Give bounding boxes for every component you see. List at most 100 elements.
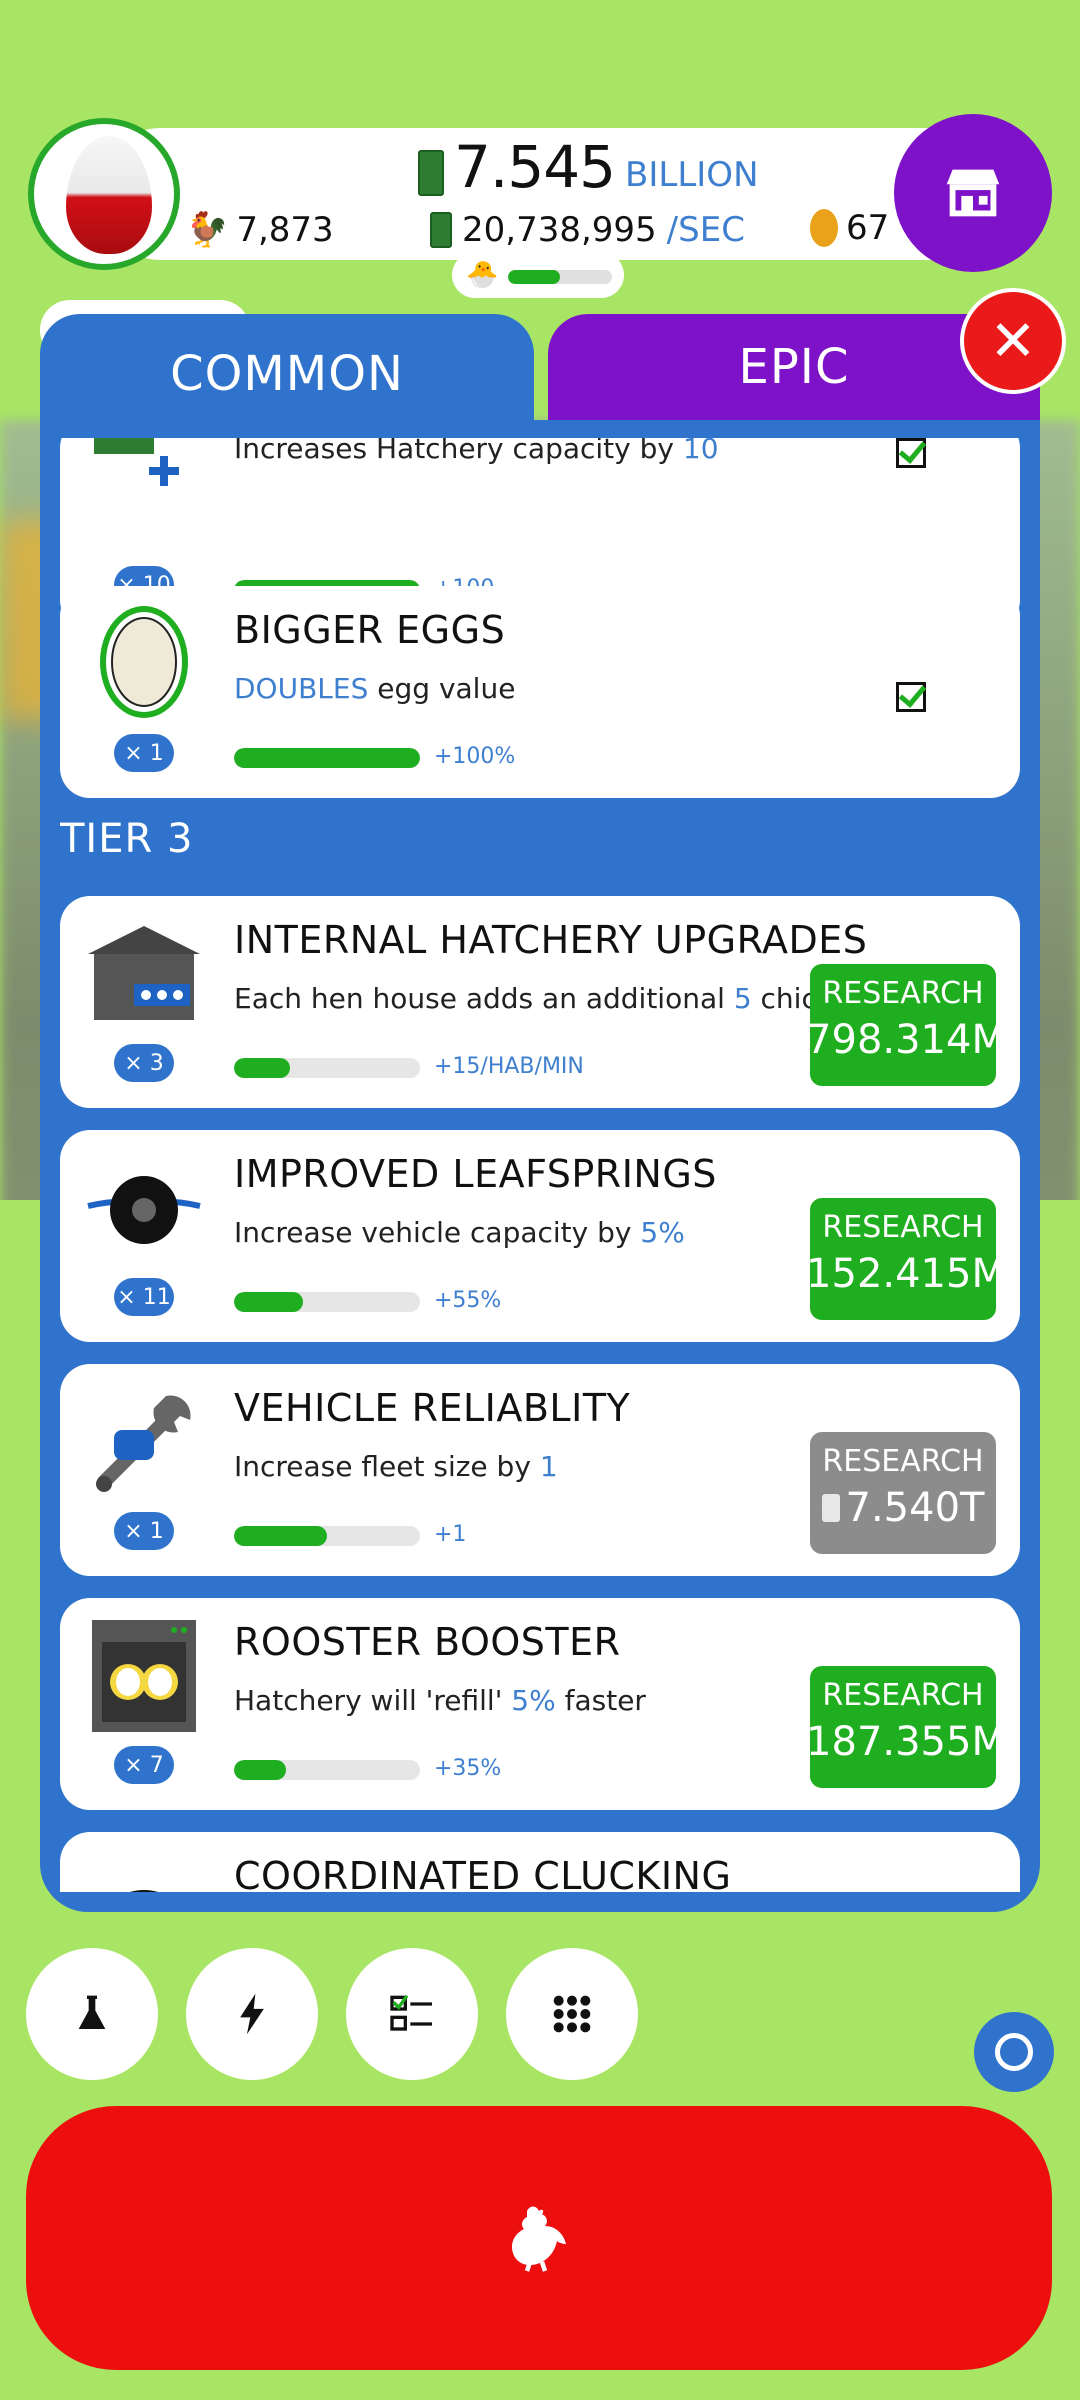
chick-icon: 🐣 (466, 260, 499, 290)
description-text: faster (555, 1684, 646, 1717)
research-button-label: RESEARCH (822, 1678, 984, 1713)
money-display: 7.545 BILLION (418, 138, 759, 196)
research-description: Increases Hatchery capacity by 10 (234, 438, 719, 465)
research-price-value: 187.355M (806, 1719, 1006, 1765)
description-highlight: DOUBLES (234, 672, 369, 705)
description-highlight: 10 (682, 438, 719, 465)
research-title: INTERNAL HATCHERY UPGRADES (234, 918, 868, 962)
research-description: Hatchery will 'refill' 5% faster (234, 1684, 646, 1717)
chicken-count: 🐓 7,873 (186, 210, 334, 250)
menu-button[interactable] (506, 1948, 638, 2080)
research-card: IMPROVED LEAFSPRINGS Increase vehicle cap… (60, 1130, 1020, 1342)
research-price-value: 7.540T (845, 1485, 985, 1531)
research-effect: +1 (434, 1522, 467, 1547)
research-description: DOUBLES egg value (234, 672, 515, 705)
research-title: VEHICLE RELIABLITY (234, 1386, 631, 1430)
research-level-badge: × 7 (114, 1746, 174, 1784)
research-card: COORDINATED CLUCKING (60, 1832, 1020, 1892)
research-item-icon (84, 1850, 204, 1892)
tier-label: TIER 3 (60, 816, 194, 862)
research-price: 798.314M (806, 1017, 1006, 1063)
research-card: INTERNAL HATCHERY UPGRADES Each hen house… (60, 896, 1020, 1108)
research-card: VEHICLE RELIABLITY Increase fleet size by… (60, 1364, 1020, 1576)
research-progress-bar (234, 1760, 420, 1780)
research-item-icon (84, 1616, 204, 1736)
egg-avatar-button[interactable] (28, 118, 180, 270)
description-text: Increase vehicle capacity by (234, 1216, 641, 1249)
research-button-label: RESEARCH (822, 976, 984, 1011)
research-title: IMPROVED LEAFSPRINGS (234, 1152, 717, 1196)
research-price: 152.415M (806, 1251, 1006, 1297)
research-title: BIGGER EGGS (234, 608, 506, 652)
research-list[interactable]: Increases Hatchery capacity by 10× 10+10… (60, 438, 1020, 1892)
research-card: BIGGER EGGS DOUBLES egg value × 1 +100% (60, 586, 1020, 798)
boost-icon (240, 1993, 264, 2035)
completed-checkbox-icon (896, 682, 926, 712)
description-highlight: 5% (511, 1684, 556, 1717)
farm-progress-bar (508, 270, 612, 284)
research-button[interactable]: RESEARCH 798.314M (806, 964, 1006, 1086)
cash-icon (430, 212, 452, 248)
hatch-chicken-button[interactable] (26, 2106, 1052, 2370)
research-level-badge: × 1 (114, 1512, 174, 1550)
rate-unit: /SEC (666, 210, 745, 250)
tab-common[interactable]: COMMON (40, 314, 534, 434)
camera-toggle-button[interactable] (974, 2012, 1054, 2092)
research-progress-bar (234, 1058, 420, 1078)
research-button-label: RESEARCH (822, 1210, 984, 1245)
description-text: Increases Hatchery capacity by (234, 438, 683, 465)
chicken-icon (512, 2206, 566, 2272)
menu-grid-icon (553, 1995, 591, 2033)
research-price: 7.540T (810, 1485, 996, 1531)
missions-button[interactable] (346, 1948, 478, 2080)
research-button[interactable]: RESEARCH 7.540T (810, 1432, 996, 1554)
research-item-icon (84, 604, 204, 724)
shop-button[interactable] (894, 114, 1052, 272)
research-icon (78, 1995, 106, 2029)
farm-progress: 🐣 (452, 252, 624, 298)
golden-eggs-value: 67 (846, 208, 890, 248)
description-text: Each hen house adds an additional (234, 982, 734, 1015)
research-description: Increase vehicle capacity by 5% (234, 1216, 685, 1249)
research-description: Increase fleet size by 1 (234, 1450, 558, 1483)
research-effect: +35% (434, 1756, 502, 1781)
research-button-label: RESEARCH (822, 1444, 984, 1479)
research-item-icon (84, 1382, 204, 1502)
research-title: COORDINATED CLUCKING (234, 1854, 732, 1892)
research-item-icon (84, 914, 204, 1034)
description-highlight: 5% (640, 1216, 685, 1249)
boost-button[interactable] (186, 1948, 318, 2080)
income-rate: 20,738,995/SEC (430, 210, 745, 250)
missions-icon (390, 1994, 432, 2031)
research-button[interactable] (26, 1948, 158, 2080)
research-progress-bar (234, 1526, 420, 1546)
description-highlight: 5 (733, 982, 752, 1015)
rate-value: 20,738,995 (462, 210, 657, 250)
research-title: ROOSTER BOOSTER (234, 1620, 621, 1664)
circle-icon (995, 2033, 1033, 2071)
chicken-icon: 🐓 (186, 210, 229, 250)
research-button[interactable]: RESEARCH 187.355M (806, 1666, 1006, 1788)
research-price-value: 798.314M (806, 1017, 1006, 1063)
research-item-icon (84, 438, 204, 556)
description-text: egg value (368, 672, 516, 705)
research-price: 187.355M (806, 1719, 1006, 1765)
research-progress-bar (234, 748, 420, 768)
money-value: 7.545 (454, 133, 616, 201)
cash-icon (418, 150, 444, 196)
egg-icon (66, 136, 152, 254)
money-unit: BILLION (625, 155, 759, 196)
research-progress-bar (234, 1292, 420, 1312)
close-button[interactable]: ✕ (960, 288, 1066, 394)
close-icon: ✕ (989, 308, 1037, 374)
cash-icon (821, 1494, 840, 1522)
research-price-value: 152.415M (806, 1251, 1006, 1297)
research-effect: +100% (434, 744, 516, 769)
research-effect: +15/HAB/MIN (434, 1054, 584, 1079)
chicken-count-value: 7,873 (236, 210, 334, 250)
completed-checkbox-icon (896, 438, 926, 468)
research-button[interactable]: RESEARCH 152.415M (806, 1198, 1006, 1320)
research-effect: +55% (434, 1288, 502, 1313)
golden-eggs: 67 (810, 208, 889, 248)
research-item-icon (84, 1148, 204, 1268)
